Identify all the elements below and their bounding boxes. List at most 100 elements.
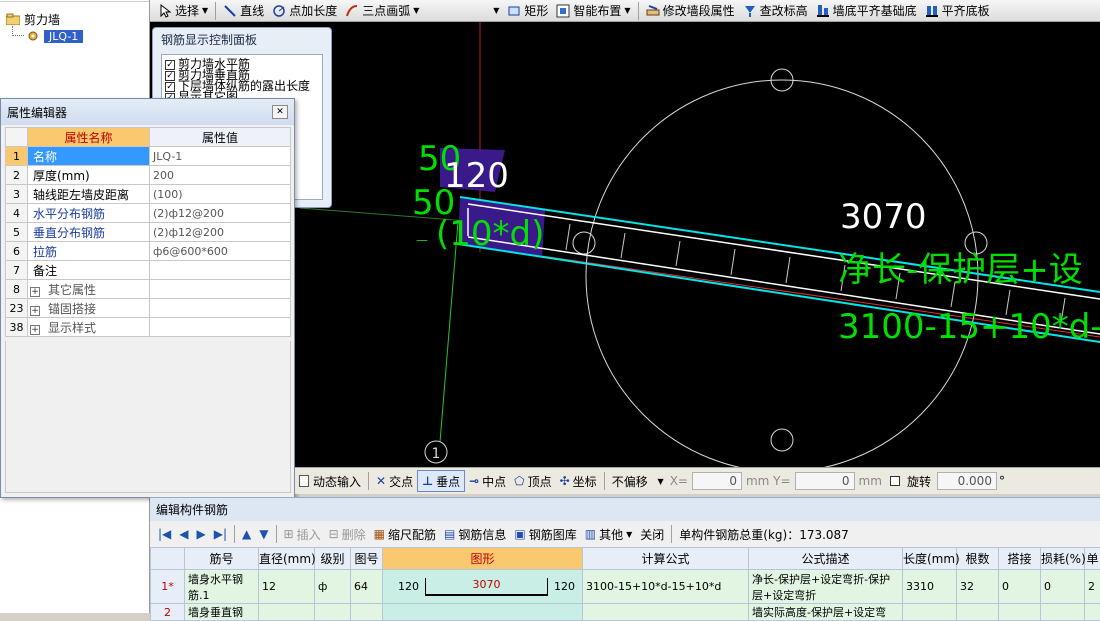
control-panel-title: 钢筋显示控制面板 <box>153 28 331 52</box>
row-number: 2 <box>6 166 28 185</box>
property-row[interactable]: 3 轴线距左墙皮距离 (100) <box>6 185 291 204</box>
property-row[interactable]: 4 水平分布钢筋 (2)ф12@200 <box>6 204 291 223</box>
property-value[interactable]: (100) <box>150 185 291 204</box>
shape-cell[interactable] <box>383 604 583 621</box>
expand-icon[interactable]: + <box>30 306 40 316</box>
delete-button[interactable]: ⊟删除 <box>325 523 370 545</box>
snap-intersection-button[interactable]: ✕ 交点 <box>372 470 417 492</box>
count-cell[interactable]: 32 <box>957 570 999 604</box>
chevron-down-icon: ▼ <box>202 6 208 15</box>
property-group-row[interactable]: 8 +其它属性 <box>6 280 291 299</box>
rebar-name-cell[interactable]: 墙身垂直钢 <box>185 604 259 621</box>
table-row[interactable]: 2 墙身垂直钢 墙实际高度-保护层+设定弯 <box>151 604 1100 621</box>
point-length-button[interactable]: 点加长度 <box>268 1 341 21</box>
expand-icon[interactable]: + <box>30 287 40 297</box>
scale-rebar-button[interactable]: ▦缩尺配筋 <box>370 523 440 545</box>
figure-number-cell[interactable] <box>351 604 383 621</box>
figure-number-cell[interactable]: 64 <box>351 570 383 604</box>
three-point-arc-button[interactable]: 三点画弧▼ <box>341 1 423 21</box>
select-tool-button[interactable]: 选择▼ <box>154 1 212 21</box>
property-value[interactable]: (2)ф12@200 <box>150 223 291 242</box>
snap-coordinate-button[interactable]: ✣ 坐标 <box>556 470 601 492</box>
rebar-library-button[interactable]: ▣钢筋图库 <box>510 523 580 545</box>
draw-mode-dropdown[interactable]: ▼ <box>423 1 503 21</box>
tree-node-shear-wall[interactable]: 剪力墙 <box>6 11 60 27</box>
expand-icon[interactable]: + <box>30 325 40 335</box>
length-cell[interactable]: 3310 <box>903 570 957 604</box>
formula-cell[interactable] <box>583 604 749 621</box>
property-editor-titlebar[interactable]: 属性编辑器 ✕ <box>1 99 294 125</box>
checkbox-checked[interactable]: ✓ <box>165 60 175 70</box>
wall-align-foundation-button[interactable]: 墙底平齐基础底 <box>812 1 921 21</box>
offset-select[interactable]: 不偏移 ▼ <box>608 470 668 492</box>
property-value[interactable]: ф6@600*600 <box>150 242 291 261</box>
property-value[interactable]: (2)ф12@200 <box>150 204 291 223</box>
snap-vertex-button[interactable]: ⬠ 顶点 <box>510 470 555 492</box>
property-editor-title: 属性编辑器 <box>7 104 67 121</box>
tree-node-jlq1[interactable]: JLQ-1 <box>26 28 83 44</box>
lap-cell[interactable]: 0 <box>999 570 1041 604</box>
loss-cell[interactable] <box>1041 604 1085 621</box>
edit-wall-segment-button[interactable]: 修改墙段属性 <box>642 1 739 21</box>
snap-perpendicular-button[interactable]: ⊥ 垂点 <box>417 470 465 492</box>
property-group-row[interactable]: 23 +锚固搭接 <box>6 299 291 318</box>
last-record-button[interactable]: ▶| <box>210 523 231 545</box>
property-group-row[interactable]: 38 +显示样式 <box>6 318 291 337</box>
insert-button[interactable]: ⊞插入 <box>280 523 325 545</box>
point-length-icon <box>272 4 286 18</box>
unit-cell[interactable] <box>1085 604 1100 621</box>
dynamic-input-button[interactable]: 动态输入 <box>295 470 365 492</box>
chevron-down-icon: ▼ <box>493 6 499 15</box>
line-tool-button[interactable]: 直线 <box>219 1 268 21</box>
next-record-button[interactable]: ▶ <box>193 523 210 545</box>
align-slab-button[interactable]: 平齐底板 <box>921 1 994 21</box>
table-row[interactable]: 1* 墙身水平钢筋.1 12 ф 64 120 3070 120 3100-15… <box>151 570 1100 604</box>
diameter-cell[interactable] <box>259 604 315 621</box>
separator <box>215 2 216 20</box>
property-row[interactable]: 7 备注 <box>6 261 291 280</box>
rebar-name-cell[interactable]: 墙身水平钢筋.1 <box>185 570 259 604</box>
chevron-down-icon: ▼ <box>626 530 632 539</box>
smart-layout-button[interactable]: 智能布置▼ <box>552 1 634 21</box>
move-down-button[interactable]: ▼ <box>255 523 272 545</box>
grade-cell[interactable]: ф <box>315 570 351 604</box>
property-row[interactable]: 5 垂直分布钢筋 (2)ф12@200 <box>6 223 291 242</box>
property-value[interactable]: 200 <box>150 166 291 185</box>
first-record-button[interactable]: |◀ <box>154 523 175 545</box>
formula-description-cell[interactable]: 净长-保护层+设定弯折-保护层+设定弯折 <box>749 570 903 604</box>
rotate-angle-input[interactable]: 0.000 <box>937 472 997 490</box>
y-coordinate-input[interactable]: 0 <box>795 472 855 490</box>
grade-cell[interactable] <box>315 604 351 621</box>
property-row[interactable]: 2 厚度(mm) 200 <box>6 166 291 185</box>
shape-cell[interactable]: 120 3070 120 <box>383 570 583 604</box>
rectangle-button[interactable]: 矩形 <box>503 1 552 21</box>
rebar-info-button[interactable]: ▤钢筋信息 <box>440 523 510 545</box>
checkbox-checked[interactable]: ✓ <box>165 82 175 92</box>
lap-cell[interactable] <box>999 604 1041 621</box>
prev-record-button[interactable]: ◀ <box>175 523 192 545</box>
rebar-grid: 筋号 直径(mm) 级别 图号 图形 计算公式 公式描述 长度(mm) 根数 搭… <box>150 547 1100 621</box>
unit-cell[interactable]: 2 <box>1085 570 1100 604</box>
property-value[interactable]: JLQ-1 <box>150 147 291 166</box>
close-button[interactable]: ✕ <box>272 105 288 119</box>
vertex-icon: ⬠ <box>514 474 524 488</box>
diameter-cell[interactable]: 12 <box>259 570 315 604</box>
property-row[interactable]: 6 拉筋 ф6@600*600 <box>6 242 291 261</box>
snap-midpoint-button[interactable]: ⊸ 中点 <box>465 470 510 492</box>
loss-cell[interactable]: 0 <box>1041 570 1085 604</box>
rotate-checkbox[interactable] <box>890 476 900 486</box>
formula-description-cell[interactable]: 墙实际高度-保护层+设定弯 <box>749 604 903 621</box>
col-header: 根数 <box>957 548 999 570</box>
length-cell[interactable] <box>903 604 957 621</box>
close-panel-button[interactable]: 关闭 <box>636 523 668 545</box>
check-elevation-button[interactable]: 查改标高 <box>739 1 812 21</box>
formula-cell[interactable]: 3100-15+10*d-15+10*d <box>583 570 749 604</box>
other-button[interactable]: ▥其他▼ <box>581 523 637 545</box>
checkbox-checked[interactable]: ✓ <box>165 71 175 81</box>
property-name: 锚固搭接 <box>48 302 96 316</box>
property-row[interactable]: 1 名称 JLQ-1 <box>6 147 291 166</box>
x-coordinate-input[interactable]: 0 <box>692 472 742 490</box>
property-value[interactable] <box>150 261 291 280</box>
move-up-button[interactable]: ▲ <box>238 523 255 545</box>
count-cell[interactable] <box>957 604 999 621</box>
